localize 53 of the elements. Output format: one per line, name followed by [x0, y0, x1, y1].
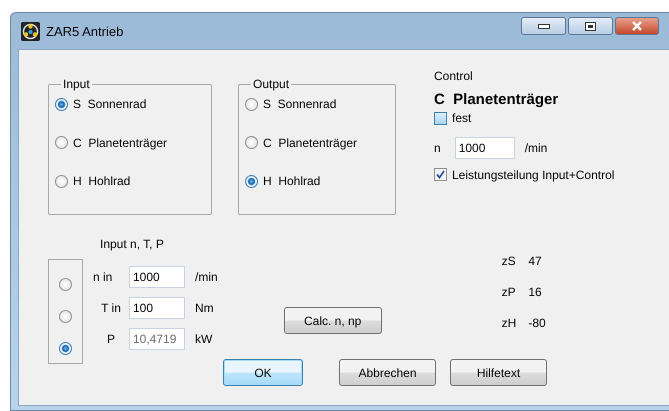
teeth-label: zH [502, 316, 516, 330]
value-field[interactable]: 100 [129, 297, 185, 319]
group-label: Output [252, 77, 290, 91]
minimize-button[interactable] [521, 17, 566, 35]
field-label: n in [93, 270, 114, 284]
maximize-icon [585, 22, 596, 30]
radio-label[interactable]: S Sonnenrad [263, 97, 336, 111]
radio-label[interactable]: H Hohlrad [263, 174, 320, 188]
dialog-button[interactable]: Abbrechen [339, 359, 436, 386]
close-icon [631, 21, 643, 31]
teeth-label: zS [502, 254, 516, 268]
control-label: Control [434, 69, 474, 83]
section-label: Input n, T, P [100, 237, 165, 251]
teeth-value: 16 [528, 285, 543, 299]
maximize-button[interactable] [568, 17, 613, 35]
window-title: ZAR5 Antrieb [46, 24, 124, 38]
radio-label[interactable]: C Planetenträger [73, 136, 168, 150]
unit-label: /min [524, 140, 548, 154]
teeth-value: -80 [528, 316, 546, 330]
unit-label: /min [195, 270, 218, 284]
radio-button[interactable] [55, 136, 68, 149]
radio-button[interactable] [55, 174, 68, 188]
checkbox-label[interactable]: Leistungsteilung Input+Control [452, 168, 614, 182]
close-button[interactable] [615, 17, 659, 35]
field-label: P [106, 332, 116, 346]
unit-label: Nm [195, 301, 215, 315]
calc-button[interactable]: Calc. n, np [284, 307, 382, 334]
dialog-button[interactable]: Hilfetext [450, 359, 547, 386]
teeth-label: zP [502, 285, 516, 299]
speed-field[interactable]: 1000 [454, 136, 515, 158]
teeth-value: 47 [528, 254, 543, 268]
radio-button[interactable] [245, 98, 258, 110]
radio-label[interactable]: C Planetenträger [263, 136, 358, 150]
field-label: n [434, 140, 441, 154]
checkbox[interactable] [434, 168, 447, 181]
unit-label: kW [195, 332, 214, 346]
checkbox[interactable] [434, 112, 447, 124]
radio-button[interactable] [245, 174, 258, 188]
field-label: T in [100, 301, 122, 315]
control-member: C Planetenträger [434, 91, 560, 108]
app-icon [21, 22, 40, 40]
radio-label[interactable]: S Sonnenrad [73, 97, 146, 111]
radio-button[interactable] [55, 98, 68, 110]
radio-button[interactable] [59, 278, 72, 291]
minimize-icon [538, 24, 550, 28]
checkbox-label[interactable]: fest [452, 111, 472, 125]
radio-label[interactable]: H Hohlrad [73, 174, 130, 188]
checkmark-icon [436, 170, 445, 179]
group-label: Input [62, 77, 91, 91]
value-field[interactable]: 1000 [129, 266, 185, 288]
radio-button[interactable] [59, 310, 72, 323]
radio-button[interactable] [245, 136, 258, 149]
dialog-button[interactable]: OK [223, 359, 303, 386]
